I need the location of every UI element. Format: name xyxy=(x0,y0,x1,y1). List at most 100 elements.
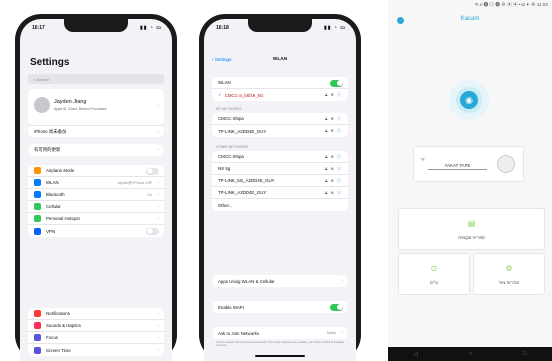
search-input[interactable]: ⌕ Search xyxy=(28,74,164,84)
software-update-row[interactable]: 有可用的更新 › xyxy=(28,144,164,156)
ask-to-join-row[interactable]: Ask to Join Networks Notify › xyxy=(212,327,348,339)
device-settings-tile[interactable]: ⚙ הגדרות ציוד xyxy=(473,253,545,295)
status-time: 16:17 xyxy=(32,25,45,31)
info-icon[interactable]: ⓘ xyxy=(337,190,342,195)
settings-row-cellular[interactable]: Cellular › xyxy=(28,201,164,213)
settings-row-screen-time[interactable]: Screen Time › xyxy=(28,344,164,356)
network-icons: 🔒︎ ≋ ⓘ xyxy=(325,128,342,133)
wlan-main-group: WLAN ✓ CMCC-a_b6f19_5G 🔒︎ ≋ ⓘ xyxy=(212,77,348,101)
other-network-row[interactable]: Other... xyxy=(212,199,348,211)
info-icon[interactable]: ⓘ xyxy=(337,178,342,183)
network-name: TP-LINK_A2DD4E_GUY xyxy=(218,190,267,195)
chevron-right-icon: › xyxy=(157,103,159,109)
network-row[interactable]: CMCC-Shipa 🔒︎ ≋ ⓘ xyxy=(212,113,348,125)
row-label: Personal Hotspot xyxy=(46,216,80,221)
footnote: Known networks will be joined automatica… xyxy=(216,341,344,348)
vpn-toggle[interactable] xyxy=(146,227,159,235)
wlan-value: Jayden的 iPhone 13P xyxy=(117,180,152,185)
settings-row-notifications[interactable]: Notifications › xyxy=(28,308,164,320)
network-row[interactable]: CMCC-Shipa 🔒︎ ≋ ⓘ xyxy=(212,151,348,163)
network-icons: 🔒︎ ≋ ⓘ xyxy=(325,92,342,97)
ask-to-join-value: Notify xyxy=(326,330,336,335)
network-row[interactable]: NS 5g 🔒︎ ≋ ⓘ xyxy=(212,163,348,175)
network-icons: 🔒︎ ≋ ⓘ xyxy=(325,116,342,121)
section-header: MY NETWORKS xyxy=(216,107,242,111)
network-icons: 🔒︎ ≋ ⓘ xyxy=(325,178,342,183)
profile-card[interactable]: Jayden Jiang Apple ID, iCloud, Media & P… xyxy=(28,89,164,125)
info-icon[interactable]: ⓘ xyxy=(337,166,342,171)
profile-name: Jayden Jiang xyxy=(54,99,87,105)
settings-row-personal-hotspot[interactable]: Personal Hotspot › xyxy=(28,213,164,225)
row-label: Airplane Mode xyxy=(46,168,75,173)
network-row[interactable]: TP-LINK_A2DD4E_GUY 🔒︎ ≋ ⓘ xyxy=(212,125,348,137)
page-title: Settings xyxy=(30,57,70,68)
apps-using-wlan-group: Apps Using WLAN & Cellular › xyxy=(212,275,348,287)
notch xyxy=(64,19,128,32)
status-time: 16:18 xyxy=(216,25,229,31)
profile-subtitle: Apple ID, iCloud, Media & Purchases xyxy=(54,107,107,111)
network-name: TP-LINK_5G_A2DD4E_GUY xyxy=(218,178,275,183)
kacam-app: ᯤ.ıl 🅑 ◎ 🅑 ⊕ ▣ ▣ • ◘ ✦ ⊗ 11:03 Kacam ◉ ᯤ… xyxy=(388,0,552,361)
app-title: Kacam xyxy=(460,16,480,22)
info-icon[interactable]: ⓘ xyxy=(337,92,342,97)
wlan-toggle[interactable] xyxy=(330,79,343,87)
notifications-group: Notifications › Sounds & Haptics › Focus › … xyxy=(28,308,164,356)
wlan-toggle-row: WLAN xyxy=(212,77,348,89)
bluetooth-value: On xyxy=(147,192,152,197)
local-library-tile[interactable]: ▤ ספרייה מקומית xyxy=(398,208,545,250)
settings-row-focus[interactable]: Focus › xyxy=(28,332,164,344)
gear-icon: ⚙ xyxy=(505,264,513,273)
back-nav-icon[interactable]: ◁ xyxy=(413,351,418,358)
wapi-toggle[interactable] xyxy=(330,303,343,311)
moon-icon xyxy=(34,334,41,341)
settings-row-vpn[interactable]: VPN xyxy=(28,225,164,237)
wifi-icon: ᯤ xyxy=(420,157,426,163)
connectivity-group: Airplane Mode WLAN Jayden的 iPhone 13P › Bl… xyxy=(28,165,164,237)
iphone-backup-row[interactable]: iPhone 尚未备份 › xyxy=(28,125,164,137)
network-name: TP-LINK_A2DD4E_GUY xyxy=(218,128,267,134)
bluetooth-icon xyxy=(34,191,41,198)
tile-label: הגדרות ציוד xyxy=(498,280,520,285)
hourglass-icon xyxy=(34,346,41,354)
row-label: Bluetooth xyxy=(46,192,65,197)
info-icon[interactable]: ⓘ xyxy=(337,128,342,133)
android-status-bar: ᯤ.ıl 🅑 ◎ 🅑 ⊕ ▣ ▣ • ◘ ✦ ⊗ 11:03 xyxy=(474,2,548,7)
ask-to-join-group: Ask to Join Networks Notify › xyxy=(212,327,348,339)
row-label: WLAN xyxy=(46,180,59,185)
settings-row-sounds[interactable]: Sounds & Haptics › xyxy=(28,320,164,332)
settings-row-bluetooth[interactable]: Bluetooth On › xyxy=(28,189,164,201)
network-icons: 🔒︎ ≋ ⓘ xyxy=(325,190,342,195)
info-icon[interactable]: ⓘ xyxy=(337,154,342,159)
device-card[interactable]: ᯤ YAKAT TAPE xyxy=(413,146,524,182)
network-row[interactable]: TP-LINK_5G_A2DD4E_GUY 🔒︎ ≋ ⓘ xyxy=(212,175,348,187)
folder-icon: ▤ xyxy=(467,219,476,228)
chevron-right-icon: › xyxy=(157,335,159,341)
device-camera-icon xyxy=(497,155,515,173)
settings-row-airplane-mode[interactable]: Airplane Mode xyxy=(28,165,164,177)
bell-icon xyxy=(34,310,41,317)
network-name: CMCC-Shipa xyxy=(218,116,244,121)
tf-card-tile[interactable]: ⊙ ט״ס xyxy=(398,253,470,295)
settings-row-wlan[interactable]: WLAN Jayden的 iPhone 13P › xyxy=(28,177,164,189)
network-row[interactable]: TP-LINK_A2DD4E_GUY 🔒︎ ≋ ⓘ xyxy=(212,187,348,199)
chevron-right-icon: › xyxy=(341,330,343,336)
row-label: Sounds & Haptics xyxy=(46,323,81,328)
airplane-mode-toggle[interactable] xyxy=(146,167,159,175)
camera-icon: ◉ xyxy=(460,91,478,109)
chevron-right-icon: › xyxy=(157,147,159,153)
connected-network-row[interactable]: ✓ CMCC-a_b6f19_5G 🔒︎ ≋ ⓘ xyxy=(212,89,348,101)
android-nav-bar: ◁ ○ □ xyxy=(388,347,552,361)
chevron-right-icon: › xyxy=(157,204,159,210)
wapi-group: Enable WAPI xyxy=(212,301,348,313)
sd-card-icon: ⊙ xyxy=(430,264,438,273)
network-icons: 🔒︎ ≋ ⓘ xyxy=(325,154,342,159)
recents-nav-icon[interactable]: □ xyxy=(523,351,527,357)
chevron-right-icon: › xyxy=(157,192,159,198)
phone-wlan: 16:18 ▮▮ ◔ ▭ ‹ Settings WLAN WLAN ✓ CMCC-… xyxy=(199,14,361,361)
info-icon[interactable]: ⓘ xyxy=(337,116,342,121)
home-nav-icon[interactable]: ○ xyxy=(469,351,473,357)
row-label: Enable WAPI xyxy=(218,304,244,310)
apps-using-wlan-row[interactable]: Apps Using WLAN & Cellular › xyxy=(212,275,348,287)
status-icons: ▮▮ ◔ ▭ xyxy=(139,25,162,31)
chevron-right-icon: › xyxy=(157,216,159,222)
